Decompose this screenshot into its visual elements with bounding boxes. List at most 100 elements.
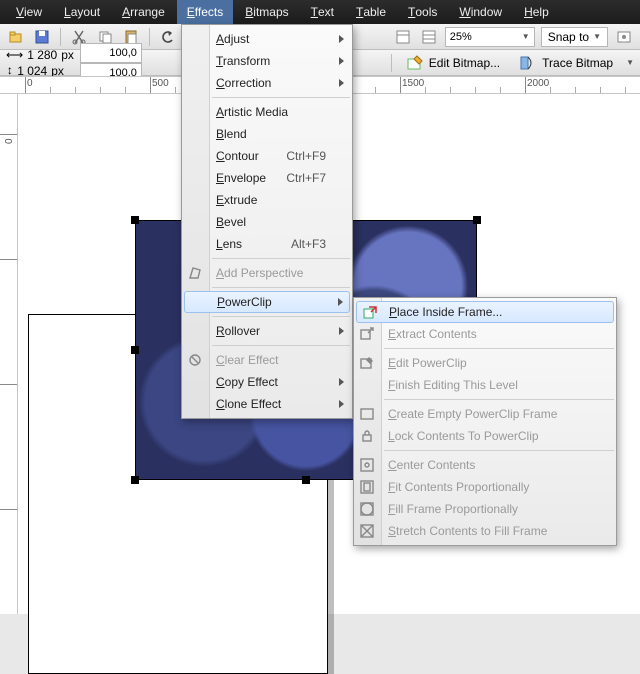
menu-item-label: Blend	[216, 127, 247, 141]
trace-bitmap-button[interactable]: Trace Bitmap	[513, 53, 620, 73]
submenu-arrow-icon	[338, 298, 343, 306]
menubar: ViewLayoutArrangeEffectsBitmapsTextTable…	[0, 0, 640, 24]
submenu-arrow-icon	[339, 57, 344, 65]
chevron-down-icon[interactable]: ▼	[522, 32, 530, 41]
view-mode-icon[interactable]	[393, 27, 413, 47]
menu-separator	[212, 316, 350, 317]
effects-item-extrude[interactable]: Extrude	[182, 189, 352, 211]
powerclip-item-create-empty-powerclip-frame: Create Empty PowerClip Frame	[354, 403, 616, 425]
menu-item-label: Envelope	[216, 171, 266, 185]
menu-item-label: Add Perspective	[216, 266, 303, 280]
save-icon[interactable]	[32, 27, 52, 47]
menu-item-label: Finish Editing This Level	[388, 378, 518, 392]
menu-item-label: Fill Frame Proportionally	[388, 502, 518, 516]
edit-bitmap-icon	[407, 55, 423, 71]
empty-pc-icon	[359, 406, 375, 422]
effects-item-copy-effect[interactable]: Copy Effect	[182, 371, 352, 393]
fit-prop-icon	[359, 479, 375, 495]
effects-item-clone-effect[interactable]: Clone Effect	[182, 393, 352, 415]
effects-item-bevel[interactable]: Bevel	[182, 211, 352, 233]
selection-handle[interactable]	[302, 476, 310, 484]
scale-x-input[interactable]	[85, 47, 137, 59]
menu-shortcut: Ctrl+F9	[286, 149, 326, 163]
effects-item-lens[interactable]: LensAlt+F3	[182, 233, 352, 255]
open-icon[interactable]	[6, 27, 26, 47]
selection-handle[interactable]	[473, 216, 481, 224]
zoom-combo[interactable]: ▼	[445, 27, 535, 47]
selection-handle[interactable]	[131, 476, 139, 484]
scale-x-field[interactable]	[80, 43, 142, 63]
menu-item-label: Rollover	[216, 324, 260, 338]
chevron-down-icon[interactable]: ▼	[626, 58, 634, 67]
menu-item-label: Lock Contents To PowerClip	[388, 429, 539, 443]
menu-layout[interactable]: Layout	[54, 0, 110, 24]
menu-item-label: Clone Effect	[216, 397, 281, 411]
powerclip-item-lock-contents-to-powerclip: Lock Contents To PowerClip	[354, 425, 616, 447]
submenu-arrow-icon	[339, 327, 344, 335]
menu-separator	[212, 97, 350, 98]
menu-tools[interactable]: Tools	[398, 0, 447, 24]
selection-handle[interactable]	[131, 216, 139, 224]
extract-icon	[359, 326, 375, 342]
view-detail-icon[interactable]	[419, 27, 439, 47]
effects-item-contour[interactable]: ContourCtrl+F9	[182, 145, 352, 167]
submenu-arrow-icon	[339, 35, 344, 43]
powerclip-item-extract-contents: Extract Contents	[354, 323, 616, 345]
powerclip-item-edit-powerclip: Edit PowerClip	[354, 352, 616, 374]
menu-bitmaps[interactable]: Bitmaps	[235, 0, 298, 24]
menu-shortcut: Alt+F3	[291, 237, 326, 251]
selection-handle[interactable]	[131, 346, 139, 354]
separator	[60, 28, 61, 46]
width-value[interactable]: 1 280	[27, 48, 57, 62]
zoom-input[interactable]	[450, 31, 506, 43]
edit-bitmap-button[interactable]: Edit Bitmap...	[400, 53, 507, 73]
effects-item-powerclip[interactable]: PowerClip	[184, 291, 350, 313]
effects-item-rollover[interactable]: Rollover	[182, 320, 352, 342]
powerclip-item-fit-contents-proportionally: Fit Contents Proportionally	[354, 476, 616, 498]
trace-bitmap-label: Trace Bitmap	[542, 56, 613, 70]
menu-window[interactable]: Window	[449, 0, 512, 24]
menu-effects[interactable]: Effects	[177, 0, 233, 24]
menu-view[interactable]: View	[6, 0, 52, 24]
effects-item-transform[interactable]: Transform	[182, 50, 352, 72]
menu-separator	[212, 258, 350, 259]
place-inside-icon	[362, 305, 378, 321]
menu-item-label: Center Contents	[388, 458, 475, 472]
menu-help[interactable]: Help	[514, 0, 559, 24]
menu-item-label: Correction	[216, 76, 271, 90]
effects-item-artistic-media[interactable]: Artistic Media	[182, 101, 352, 123]
powerclip-item-fill-frame-proportionally: Fill Frame Proportionally	[354, 498, 616, 520]
effects-item-blend[interactable]: Blend	[182, 123, 352, 145]
menu-item-label: Copy Effect	[216, 375, 278, 389]
chevron-down-icon: ▼	[593, 32, 601, 41]
menu-item-label: Stretch Contents to Fill Frame	[388, 524, 547, 538]
width-field: ⟷ 1 280 px	[6, 48, 74, 63]
menu-shortcut: Ctrl+F7	[286, 171, 326, 185]
menu-text[interactable]: Text	[301, 0, 344, 24]
menu-item-label: Transform	[216, 54, 270, 68]
menu-arrange[interactable]: Arrange	[112, 0, 175, 24]
width-icon: ⟷	[6, 48, 23, 63]
trace-bitmap-icon	[520, 55, 536, 71]
effects-item-envelope[interactable]: Envelope Ctrl+F7	[182, 167, 352, 189]
effects-item-adjust[interactable]: Adjust	[182, 28, 352, 50]
powerclip-item-finish-editing-this-level: Finish Editing This Level	[354, 374, 616, 396]
edit-pc-icon	[359, 355, 375, 371]
options-icon[interactable]	[614, 27, 634, 47]
edit-bitmap-label: Edit Bitmap...	[429, 56, 500, 70]
menu-item-label: Edit PowerClip	[388, 356, 467, 370]
perspective-icon	[187, 265, 203, 281]
stretch-icon	[359, 523, 375, 539]
powerclip-item-place-inside-frame[interactable]: Place Inside Frame...	[356, 301, 614, 323]
menu-item-label: Artistic Media	[216, 105, 288, 119]
undo-icon[interactable]	[158, 27, 178, 47]
powerclip-item-center-contents: Center Contents	[354, 454, 616, 476]
menu-separator	[384, 450, 614, 451]
snap-to-dropdown[interactable]: Snap to ▼	[541, 27, 608, 47]
effects-item-correction[interactable]: Correction	[182, 72, 352, 94]
submenu-arrow-icon	[339, 378, 344, 386]
effects-menu: Adjust Transform Correction Artistic Media B…	[181, 24, 353, 419]
menu-separator	[212, 345, 350, 346]
menu-table[interactable]: Table	[346, 0, 396, 24]
menu-separator	[212, 287, 350, 288]
